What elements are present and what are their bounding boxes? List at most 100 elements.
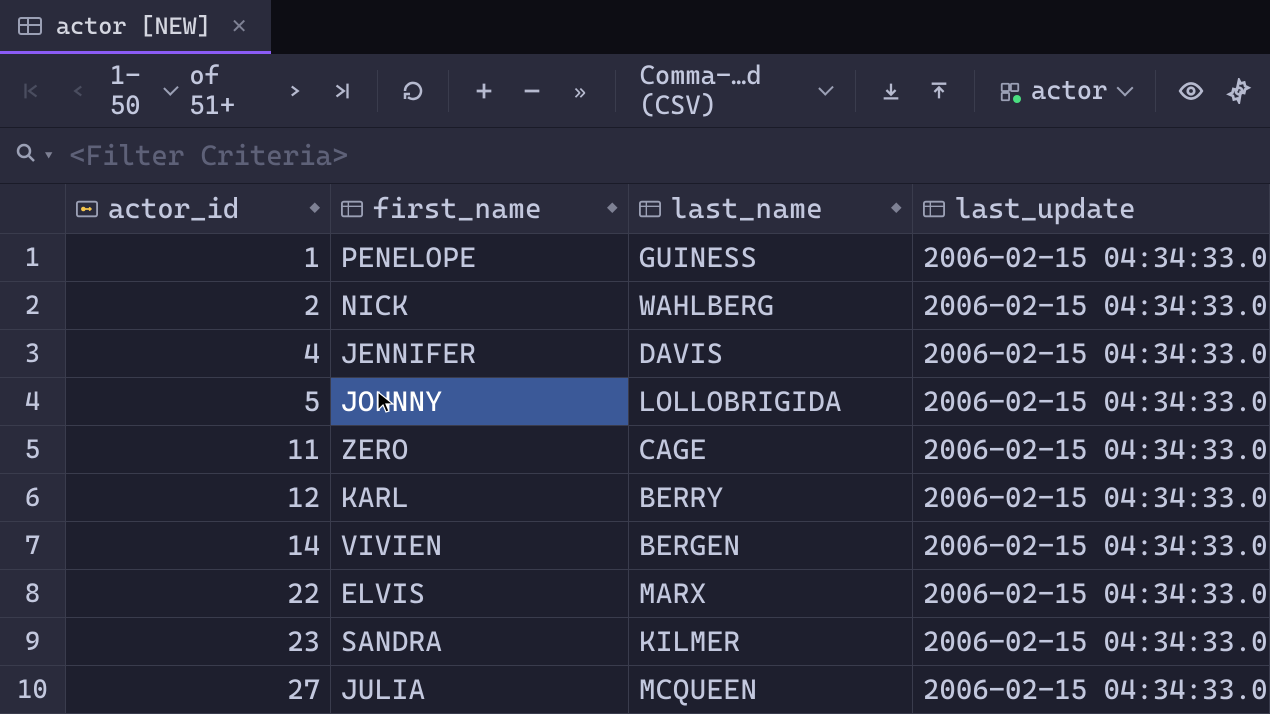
- next-page-button[interactable]: [273, 70, 315, 112]
- table-row[interactable]: 511ZEROCAGE2006-02-15 04:34:33.00: [0, 426, 1270, 474]
- ddl-dropdown[interactable]: actor: [989, 76, 1141, 106]
- table-row[interactable]: 822ELVISMARX2006-02-15 04:34:33.00: [0, 570, 1270, 618]
- cell-last-name[interactable]: GUINESS: [629, 234, 913, 282]
- cell-actor-id[interactable]: 5: [66, 378, 331, 426]
- column-header-first-name[interactable]: first_name ◆: [331, 184, 629, 234]
- add-row-button[interactable]: [463, 70, 505, 112]
- row-number[interactable]: 8: [0, 570, 66, 618]
- toolbar: 1-50 of 51+ » Comma-…d (CSV) actor: [0, 54, 1270, 128]
- separator: [448, 70, 449, 112]
- column-icon: [341, 200, 363, 218]
- last-page-button[interactable]: [321, 70, 363, 112]
- chevron-down-icon: [1117, 79, 1134, 96]
- cell-last-name[interactable]: MCQUEEN: [629, 666, 913, 714]
- tab-actor[interactable]: actor [NEW] ✕: [0, 0, 271, 54]
- settings-button[interactable]: [1218, 70, 1260, 112]
- row-number[interactable]: 3: [0, 330, 66, 378]
- cell-last-name[interactable]: DAVIS: [629, 330, 913, 378]
- cell-last-update[interactable]: 2006-02-15 04:34:33.00: [913, 618, 1270, 666]
- export-format-dropdown[interactable]: Comma-…d (CSV): [630, 61, 842, 121]
- cell-first-name[interactable]: SANDRA: [331, 618, 629, 666]
- table-row[interactable]: 34JENNIFERDAVIS2006-02-15 04:34:33.00: [0, 330, 1270, 378]
- cell-first-name[interactable]: PENELOPE: [331, 234, 629, 282]
- table-row[interactable]: 1027JULIAMCQUEEN2006-02-15 04:34:33.00: [0, 666, 1270, 714]
- cell-actor-id[interactable]: 12: [66, 474, 331, 522]
- cell-actor-id[interactable]: 14: [66, 522, 331, 570]
- cell-last-update[interactable]: 2006-02-15 04:34:33.00: [913, 330, 1270, 378]
- row-number[interactable]: 6: [0, 474, 66, 522]
- row-number[interactable]: 5: [0, 426, 66, 474]
- cell-last-name[interactable]: BERRY: [629, 474, 913, 522]
- cell-actor-id[interactable]: 22: [66, 570, 331, 618]
- cell-last-update[interactable]: 2006-02-15 04:34:33.00: [913, 570, 1270, 618]
- cell-last-name[interactable]: LOLLOBRIGIDA: [629, 378, 913, 426]
- cell-last-name[interactable]: WAHLBERG: [629, 282, 913, 330]
- cell-first-name[interactable]: ZERO: [331, 426, 629, 474]
- tab-bar: actor [NEW] ✕: [0, 0, 1270, 54]
- cell-first-name[interactable]: NICK: [331, 282, 629, 330]
- cell-last-name[interactable]: CAGE: [629, 426, 913, 474]
- filter-input-placeholder: <Filter Criteria>: [69, 139, 348, 172]
- view-button[interactable]: [1170, 70, 1212, 112]
- cell-first-name[interactable]: JOHNNY: [331, 378, 629, 426]
- cell-last-update[interactable]: 2006-02-15 04:34:33.00: [913, 666, 1270, 714]
- delete-row-button[interactable]: [511, 70, 553, 112]
- column-header-last-name[interactable]: last_name ◆: [629, 184, 913, 234]
- table-row[interactable]: 22NICKWAHLBERG2006-02-15 04:34:33.00: [0, 282, 1270, 330]
- more-actions-button[interactable]: »: [559, 70, 601, 112]
- cell-actor-id[interactable]: 23: [66, 618, 331, 666]
- table-row[interactable]: 714VIVIENBERGEN2006-02-15 04:34:33.00: [0, 522, 1270, 570]
- filter-bar[interactable]: ▾ <Filter Criteria>: [0, 128, 1270, 184]
- data-grid: actor_id ◆ first_name ◆ last_name ◆ last…: [0, 184, 1270, 714]
- import-button[interactable]: [870, 70, 912, 112]
- cell-last-update[interactable]: 2006-02-15 04:34:33.00: [913, 522, 1270, 570]
- cell-last-name[interactable]: KILMER: [629, 618, 913, 666]
- table-row[interactable]: 45JOHNNYLOLLOBRIGIDA2006-02-15 04:34:33.…: [0, 378, 1270, 426]
- table-row[interactable]: 11PENELOPEGUINESS2006-02-15 04:34:33.00: [0, 234, 1270, 282]
- row-number[interactable]: 9: [0, 618, 66, 666]
- cell-first-name[interactable]: ELVIS: [331, 570, 629, 618]
- row-number[interactable]: 7: [0, 522, 66, 570]
- prev-page-button[interactable]: [58, 70, 100, 112]
- cell-first-name[interactable]: JENNIFER: [331, 330, 629, 378]
- row-number[interactable]: 2: [0, 282, 66, 330]
- cell-last-update[interactable]: 2006-02-15 04:34:33.00: [913, 234, 1270, 282]
- key-column-icon: [76, 200, 98, 218]
- cell-actor-id[interactable]: 27: [66, 666, 331, 714]
- cell-actor-id[interactable]: 11: [66, 426, 331, 474]
- column-label: last_name: [671, 192, 823, 225]
- column-header-actor-id[interactable]: actor_id ◆: [66, 184, 331, 234]
- cell-last-update[interactable]: 2006-02-15 04:34:33.00: [913, 474, 1270, 522]
- search-icon: [14, 139, 38, 172]
- cell-actor-id[interactable]: 4: [66, 330, 331, 378]
- cell-actor-id[interactable]: 1: [66, 234, 331, 282]
- cell-actor-id[interactable]: 2: [66, 282, 331, 330]
- cell-last-update[interactable]: 2006-02-15 04:34:33.00: [913, 378, 1270, 426]
- row-number[interactable]: 4: [0, 378, 66, 426]
- row-number[interactable]: 1: [0, 234, 66, 282]
- tab-title: actor [NEW]: [56, 12, 211, 40]
- cell-last-name[interactable]: MARX: [629, 570, 913, 618]
- column-icon: [639, 200, 661, 218]
- table-row[interactable]: 923SANDRAKILMER2006-02-15 04:34:33.00: [0, 618, 1270, 666]
- page-range-dropdown[interactable]: 1-50: [106, 61, 179, 121]
- row-number[interactable]: 10: [0, 666, 66, 714]
- cell-first-name[interactable]: KARL: [331, 474, 629, 522]
- table-row[interactable]: 612KARLBERRY2006-02-15 04:34:33.00: [0, 474, 1270, 522]
- chevron-down-icon: [819, 80, 835, 96]
- cell-first-name[interactable]: JULIA: [331, 666, 629, 714]
- status-dot-icon: [1013, 95, 1021, 103]
- cell-last-update[interactable]: 2006-02-15 04:34:33.00: [913, 282, 1270, 330]
- close-tab-button[interactable]: ✕: [225, 12, 254, 40]
- first-page-button[interactable]: [10, 70, 52, 112]
- cell-first-name[interactable]: VIVIEN: [331, 522, 629, 570]
- cell-last-name[interactable]: BERGEN: [629, 522, 913, 570]
- refresh-button[interactable]: [392, 70, 434, 112]
- export-button[interactable]: [918, 70, 960, 112]
- gutter-header[interactable]: [0, 184, 66, 234]
- column-label: actor_id: [108, 192, 239, 225]
- ddl-name-label: actor: [1031, 76, 1107, 106]
- cell-last-update[interactable]: 2006-02-15 04:34:33.00: [913, 426, 1270, 474]
- column-header-last-update[interactable]: last_update: [913, 184, 1270, 234]
- separator: [855, 70, 856, 112]
